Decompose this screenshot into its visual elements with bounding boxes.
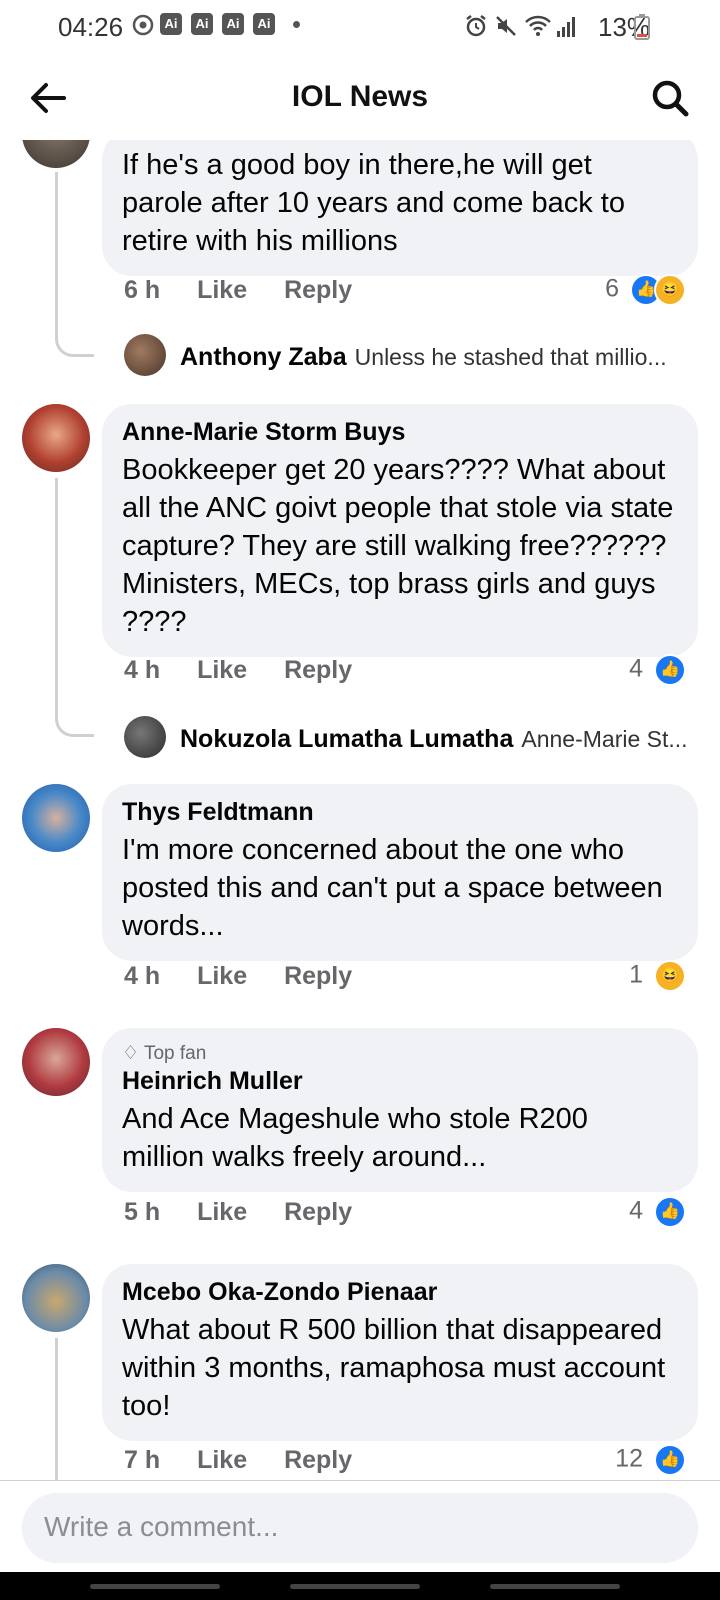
alarm-icon — [466, 15, 486, 37]
ai-badge: Ai — [160, 13, 182, 35]
reply-snippet: Anne-Marie St... — [521, 726, 688, 752]
reply-button[interactable]: Reply — [284, 1446, 352, 1474]
commenter-avatar[interactable] — [22, 404, 90, 472]
composer-divider — [0, 1480, 720, 1481]
reply-avatar — [124, 716, 166, 758]
reaction-summary[interactable]: 12 👍 — [615, 1444, 686, 1476]
wifi-icon — [525, 15, 551, 36]
laughing-face-icon: 😆 — [654, 960, 686, 992]
commenter-avatar[interactable] — [22, 1028, 90, 1096]
reply-author: Nokuzola Lumatha Lumatha — [180, 725, 514, 753]
reaction-count: 4 — [629, 654, 644, 683]
diamond-icon: ♢ — [122, 1043, 140, 1064]
thumbs-up-icon: 👍 — [654, 654, 686, 686]
system-nav-bar — [0, 1572, 720, 1600]
page-title: IOL News — [291, 80, 429, 113]
reaction-count: 12 — [615, 1444, 644, 1473]
comment-actions: 5 h Like Reply — [124, 1198, 382, 1227]
comment-author[interactable]: Heinrich Muller — [122, 1067, 678, 1096]
like-button[interactable]: Like — [197, 1446, 247, 1474]
mute-icon — [496, 16, 516, 36]
comment-text: I'm more concerned about the one who pos… — [122, 834, 663, 942]
reaction-summary[interactable]: 6 👍 😆 — [605, 274, 686, 306]
reply-button[interactable]: Reply — [284, 962, 352, 990]
comment-bubble[interactable]: Thys Feldtmann I'm more concerned about … — [102, 784, 698, 961]
like-button[interactable]: Like — [197, 1198, 247, 1226]
comments-feed[interactable]: If he's a good boy in there,he will get … — [0, 140, 720, 1480]
comment-time: 6 h — [124, 276, 161, 304]
reaction-count: 1 — [629, 960, 644, 989]
reaction-summary[interactable]: 4 👍 — [629, 1196, 686, 1228]
comment-bubble[interactable]: Anne-Marie Storm Buys Bookkeeper get 20 … — [102, 404, 698, 657]
laughing-face-icon: 😆 — [654, 274, 686, 306]
comment-actions: 4 h Like Reply — [124, 656, 382, 685]
back-nav-button[interactable] — [490, 1584, 620, 1589]
comment-author[interactable]: Thys Feldtmann — [122, 798, 678, 827]
thread-line — [55, 478, 94, 737]
notification-dot — [293, 21, 300, 28]
comment-text: If he's a good boy in there,he will get … — [122, 149, 625, 257]
thread-line — [55, 172, 94, 357]
reaction-count: 6 — [605, 274, 620, 303]
comment-time: 7 h — [124, 1446, 161, 1474]
app-bar: IOL News — [0, 56, 720, 140]
comment-actions: 6 h Like Reply — [124, 276, 382, 305]
ai-badge: Ai — [191, 13, 213, 35]
reply-avatar — [124, 334, 166, 376]
comment-input[interactable]: Write a comment... — [22, 1493, 698, 1563]
reply-snippet: Unless he stashed that millio... — [354, 344, 667, 370]
recent-apps-button[interactable] — [90, 1584, 220, 1589]
thumbs-up-icon: 👍 — [654, 1196, 686, 1228]
comment-author[interactable]: Mcebo Oka-Zondo Pienaar — [122, 1278, 678, 1307]
comment-time: 5 h — [124, 1198, 161, 1226]
thread-line — [55, 1338, 94, 1480]
reply-button[interactable]: Reply — [284, 656, 352, 684]
ai-badge: Ai — [222, 13, 244, 35]
thumbs-up-icon: 👍 — [654, 1444, 686, 1476]
signal-icon — [557, 17, 575, 37]
like-button[interactable]: Like — [197, 656, 247, 684]
commenter-avatar[interactable] — [22, 140, 90, 168]
battery-icon — [634, 14, 650, 40]
commenter-avatar[interactable] — [22, 1264, 90, 1332]
commenter-avatar[interactable] — [22, 784, 90, 852]
top-fan-badge: Top fan — [143, 1043, 207, 1064]
status-bar: 04:26 Ai Ai Ai Ai 13% — [0, 0, 720, 56]
comment-time: 4 h — [124, 656, 161, 684]
comment-text: Bookkeeper get 20 years???? What about a… — [122, 454, 674, 638]
reply-button[interactable]: Reply — [284, 276, 352, 304]
comment-actions: 4 h Like Reply — [124, 962, 382, 991]
screen-record-icon — [132, 14, 154, 36]
comment-bubble[interactable]: ♢ Top fan Heinrich Muller And Ace Magesh… — [102, 1028, 698, 1192]
home-button[interactable] — [290, 1584, 420, 1589]
reaction-count: 4 — [629, 1196, 644, 1225]
comment-time: 4 h — [124, 962, 161, 990]
comment-author[interactable]: Anne-Marie Storm Buys — [122, 418, 678, 447]
search-icon[interactable] — [650, 78, 690, 118]
like-button[interactable]: Like — [197, 276, 247, 304]
reaction-summary[interactable]: 1 😆 — [629, 960, 686, 992]
like-button[interactable]: Like — [197, 962, 247, 990]
comment-input-placeholder: Write a comment... — [44, 1511, 279, 1542]
status-time: 04:26 — [58, 12, 124, 42]
comment-actions: 7 h Like Reply — [124, 1446, 382, 1475]
comment-bubble[interactable]: If he's a good boy in there,he will get … — [102, 140, 698, 276]
comment-bubble[interactable]: Mcebo Oka-Zondo Pienaar What about R 500… — [102, 1264, 698, 1441]
reply-author: Anthony Zaba — [180, 343, 347, 371]
comment-text: And Ace Mageshule who stole R200 million… — [122, 1103, 588, 1173]
reply-button[interactable]: Reply — [284, 1198, 352, 1226]
comment-text: What about R 500 billion that disappeare… — [122, 1314, 666, 1422]
ai-badge: Ai — [253, 13, 275, 35]
reaction-summary[interactable]: 4 👍 — [629, 654, 686, 686]
